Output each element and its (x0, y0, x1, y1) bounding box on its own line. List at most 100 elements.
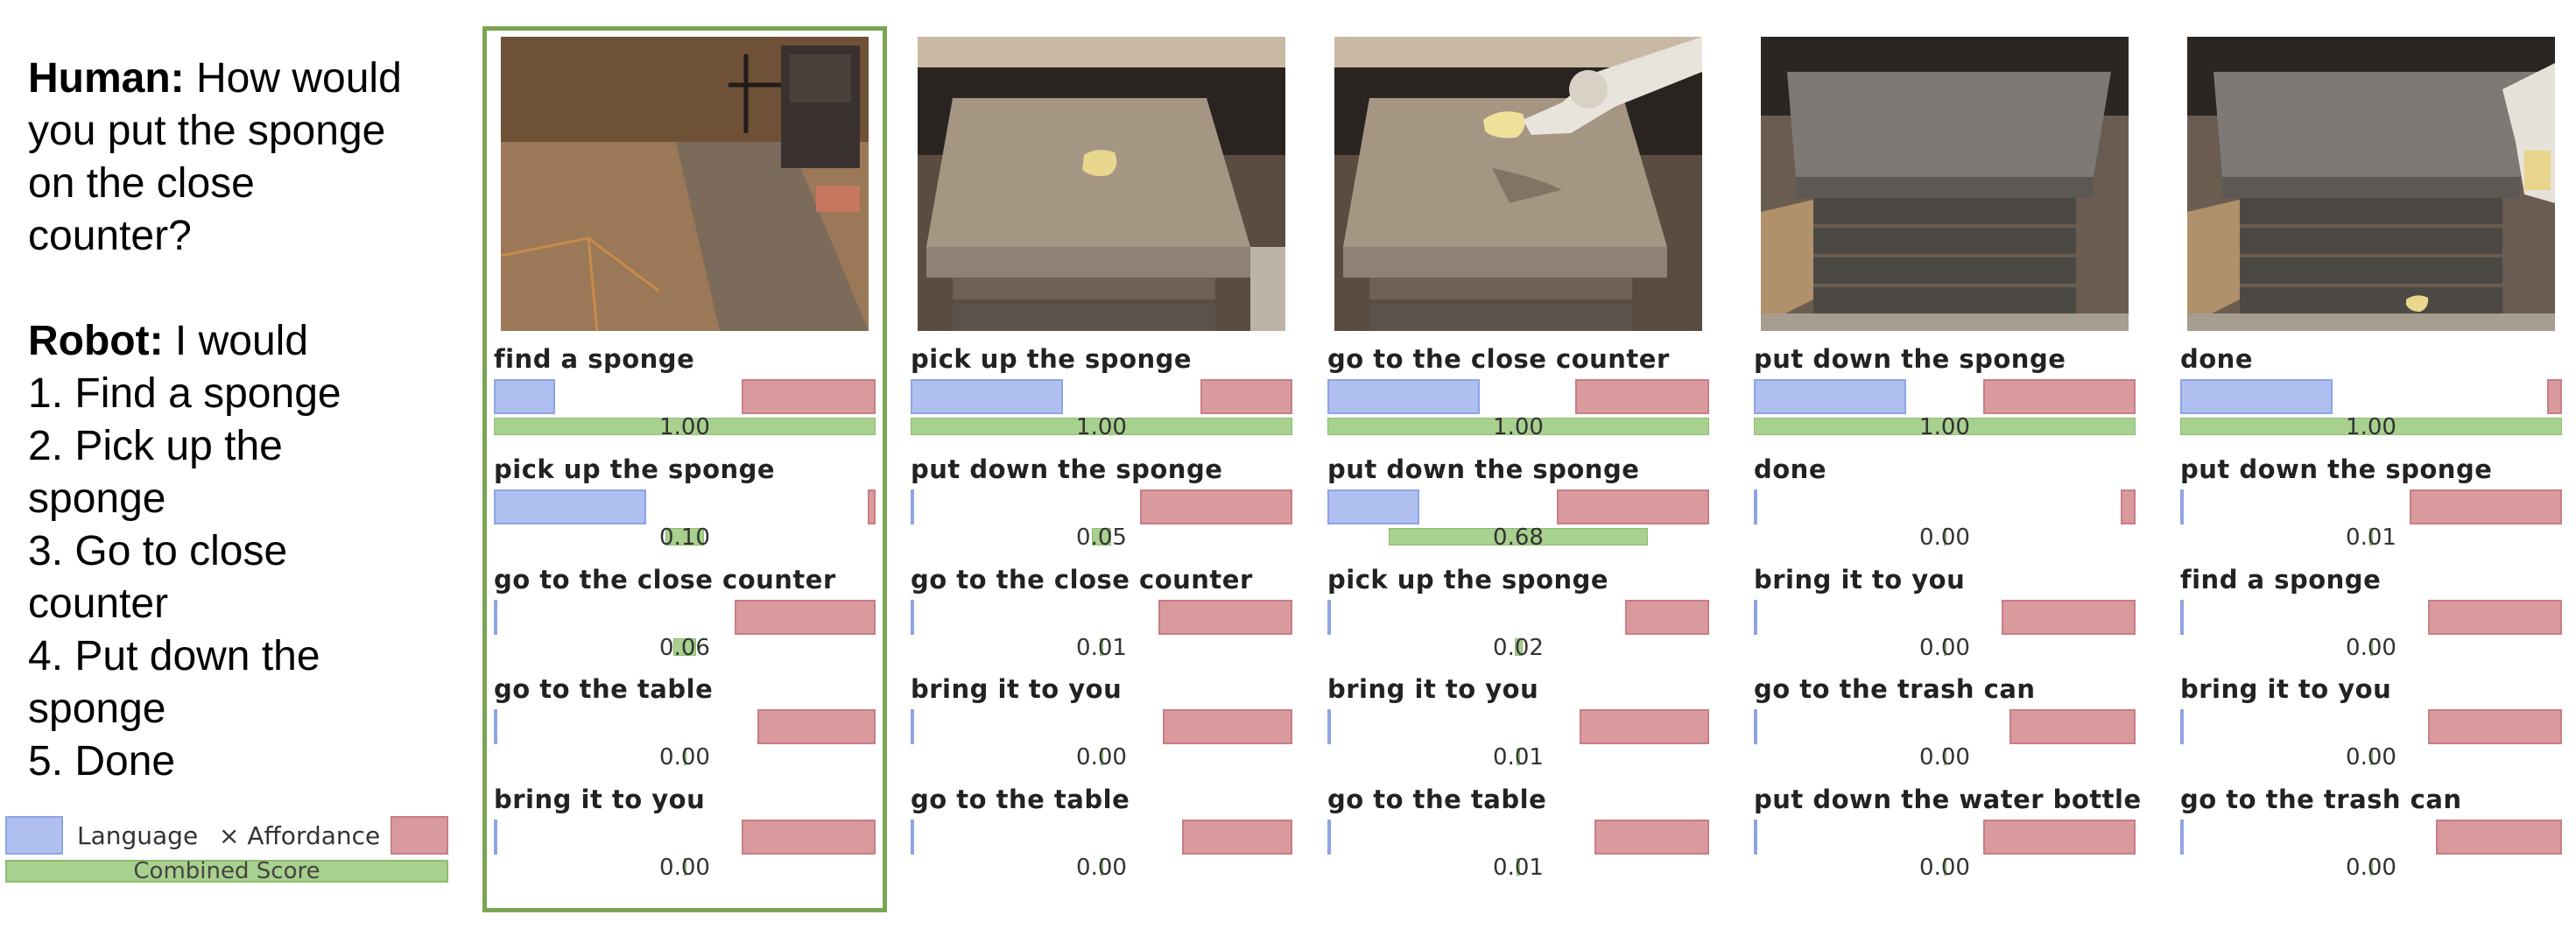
language-bar (494, 709, 497, 744)
language-bar (1327, 600, 1331, 635)
skill-name: go to the trash can (2180, 785, 2462, 814)
step-column: go to the close counter 1.00 put down the … (1327, 0, 1709, 929)
scene-image (1761, 37, 2129, 331)
affordance-bar (757, 709, 876, 744)
step-column: find a sponge 1.00 pick up the sponge 0.10 g… (494, 0, 876, 929)
legend-affordance-swatch (391, 816, 448, 855)
combined-score-value: 0.00 (2346, 635, 2397, 661)
combined-score-value: 0.10 (659, 524, 710, 551)
combined-score-value: 0.00 (1919, 635, 1970, 661)
language-bar (494, 489, 646, 524)
skill-name: pick up the sponge (1327, 565, 1609, 595)
skill-row: go to the close counter 0.01 (911, 565, 1292, 670)
language-bar (1754, 709, 1757, 744)
skill-name: put down the water bottle (1754, 785, 2142, 814)
skill-name: done (1754, 454, 1826, 484)
affordance-bar (1983, 379, 2136, 414)
skill-row: put down the sponge 0.01 (2180, 454, 2562, 560)
human-line-4: counter? (28, 213, 192, 259)
affordance-bar (1575, 379, 1709, 414)
human-text: How would (184, 55, 402, 102)
skill-row: go to the trash can 0.00 (2180, 785, 2562, 890)
combined-score-value: 0.00 (1919, 524, 1970, 551)
skill-row: put down the sponge 1.00 (1754, 344, 2136, 449)
combined-score-value: 0.02 (1493, 635, 1544, 661)
language-bar (1327, 379, 1480, 414)
combined-score-value: 0.01 (1493, 744, 1544, 771)
skill-row: put down the sponge 0.05 (911, 454, 1292, 560)
language-bar (2180, 489, 2184, 524)
combined-score-value: 0.01 (1076, 635, 1127, 661)
skill-row: put down the sponge 0.68 (1327, 454, 1709, 560)
skill-row: go to the close counter 0.06 (494, 565, 876, 670)
skill-name: bring it to you (494, 785, 706, 814)
skill-name: bring it to you (1754, 565, 1966, 595)
combined-score-value: 0.00 (2346, 855, 2397, 881)
language-bar (2180, 820, 2184, 855)
skill-row: go to the close counter 1.00 (1327, 344, 1709, 449)
skill-name: put down the sponge (1754, 344, 2066, 374)
skill-name: go to the trash can (1754, 674, 2036, 704)
affordance-bar (2428, 600, 2562, 635)
affordance-bar (1625, 600, 1709, 635)
human-line-2: you put the sponge (28, 108, 386, 154)
scene-image (1334, 37, 1702, 331)
legend: Language × Affordance Combined Score (5, 813, 448, 883)
skill-name: pick up the sponge (911, 344, 1193, 374)
affordance-bar (2428, 709, 2562, 744)
skill-name: put down the sponge (2180, 454, 2493, 484)
skill-row: bring it to you 0.00 (911, 674, 1292, 779)
language-bar (2180, 379, 2333, 414)
skill-name: go to the table (1327, 785, 1547, 814)
combined-score-value: 0.00 (1919, 744, 1970, 771)
combined-score-value: 0.00 (1919, 855, 1970, 881)
skill-name: find a sponge (494, 344, 695, 374)
skill-row: go to the table 0.00 (911, 785, 1292, 890)
language-bar (911, 600, 914, 635)
combined-score-value: 1.00 (1919, 414, 1970, 440)
affordance-bar (2009, 709, 2136, 744)
affordance-bar (1594, 820, 1709, 855)
skill-row: find a sponge 1.00 (494, 344, 876, 449)
skill-name: go to the close counter (1327, 344, 1670, 374)
language-bar (1754, 379, 1906, 414)
skill-row: go to the table 0.00 (494, 674, 876, 779)
robot-label: Robot: (28, 318, 164, 364)
affordance-bar (2436, 820, 2562, 855)
skill-row: find a sponge 0.00 (2180, 565, 2562, 670)
robot-line-4: sponge (28, 475, 166, 522)
human-label: Human: (28, 55, 185, 102)
robot-line-3: 2. Pick up the (28, 423, 283, 469)
combined-score-value: 1.00 (2346, 414, 2397, 440)
combined-score-value: 0.01 (2346, 524, 2397, 551)
combined-score-value: 1.00 (659, 414, 710, 440)
skill-row: done 1.00 (2180, 344, 2562, 449)
legend-combined-score: Combined Score (5, 860, 448, 883)
legend-language-label: Language (77, 821, 199, 850)
step-column: put down the sponge 1.00 done 0.00 bring it … (1754, 0, 2141, 929)
skill-name: done (2180, 344, 2253, 374)
robot-text: I would (163, 318, 309, 364)
combined-score-value: 0.00 (659, 744, 710, 771)
robot-line-9: 5. Done (28, 738, 176, 785)
affordance-bar (1580, 709, 1709, 744)
skill-name: bring it to you (911, 674, 1123, 704)
skill-row: bring it to you 0.00 (2180, 674, 2562, 779)
robot-line-6: counter (28, 581, 169, 627)
language-bar (911, 709, 914, 744)
affordance-bar (735, 600, 876, 635)
legend-language-swatch (5, 816, 63, 855)
skill-row: pick up the sponge 1.00 (911, 344, 1292, 449)
combined-score-value: 0.00 (659, 855, 710, 881)
combined-score-value: 0.05 (1076, 524, 1127, 551)
skill-name: go to the table (494, 674, 714, 704)
scene-image (918, 37, 1285, 331)
language-bar (1754, 600, 1757, 635)
robot-line-2: 1. Find a sponge (28, 370, 341, 417)
skill-name: go to the close counter (911, 565, 1253, 595)
affordance-bar (1200, 379, 1292, 414)
combined-score-value: 1.00 (1493, 414, 1544, 440)
skill-name: put down the sponge (1327, 454, 1640, 484)
combined-score-value: 1.00 (1076, 414, 1127, 440)
language-bar (1327, 709, 1331, 744)
